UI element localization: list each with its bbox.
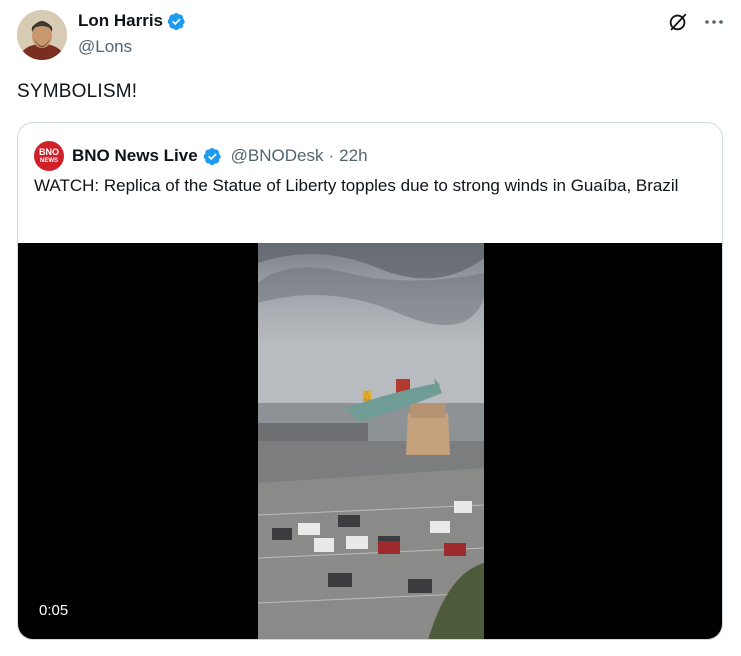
meta-separator: · — [328, 146, 335, 165]
post-text: SYMBOLISM! — [17, 81, 138, 102]
author-name[interactable]: Lon Harris — [78, 11, 163, 31]
quoted-author-name[interactable]: BNO News Live — [72, 146, 198, 166]
bno-avatar[interactable]: BNO NEWS — [34, 141, 64, 171]
author-handle[interactable]: @Lons — [78, 37, 132, 57]
verified-badge-icon — [203, 147, 221, 165]
quoted-post-time[interactable]: 22h — [339, 146, 367, 166]
quoted-post[interactable]: BNO NEWS BNO News Live @BNODesk · 22h WA… — [17, 122, 723, 640]
bno-avatar-line1: BNO — [39, 146, 59, 157]
quoted-author-handle[interactable]: @BNODesk — [231, 146, 324, 166]
author-avatar[interactable] — [17, 10, 67, 60]
video-thumbnail: M — [258, 243, 484, 639]
video-player[interactable]: M 0:05 — [18, 243, 722, 639]
video-timestamp: 0:05 — [32, 599, 76, 622]
quoted-post-header: BNO NEWS BNO News Live @BNODesk · 22h — [34, 141, 368, 171]
bno-avatar-line2: NEWS — [40, 157, 58, 164]
author-name-row: Lon Harris — [78, 11, 186, 31]
grok-icon[interactable] — [667, 11, 689, 33]
quoted-post-text: WATCH: Replica of the Statue of Liberty … — [34, 176, 679, 195]
avatar-image — [17, 10, 67, 60]
verified-badge-icon — [167, 12, 185, 30]
more-icon[interactable] — [703, 12, 725, 32]
